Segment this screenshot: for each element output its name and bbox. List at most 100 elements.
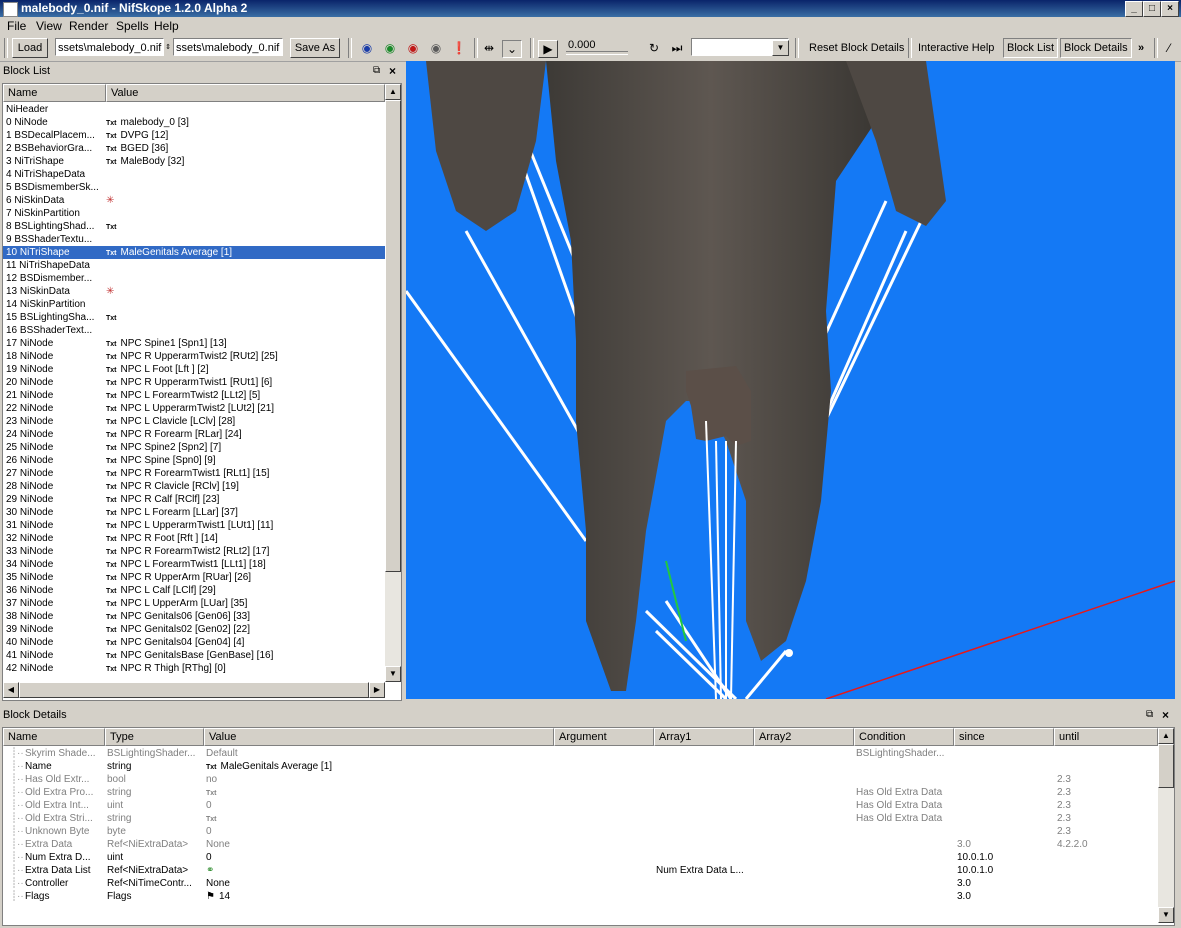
block-list-hscrollbar[interactable]: ◀ ▶ [3, 682, 385, 698]
column-header-type[interactable]: Type [105, 728, 204, 746]
block-list-row[interactable]: 33 NiNode Txt NPC R ForearmTwist2 [RLt2] [… [3, 545, 385, 558]
detail-row[interactable]: ┊·· Flags Flags ⚑ 14 3.0 [3, 890, 1158, 903]
scroll-thumb[interactable] [1158, 744, 1174, 788]
block-list-row[interactable]: 37 NiNode Txt NPC L UpperArm [LUar] [35] [3, 597, 385, 610]
block-list-row[interactable]: 8 BSLightingShad... Txt [3, 220, 385, 233]
close-panel-icon[interactable]: × [1162, 706, 1169, 724]
block-details-toggle[interactable]: Block Details [1060, 38, 1132, 58]
block-list-row[interactable]: 5 BSDismemberSk... [3, 181, 385, 194]
block-list-vscrollbar[interactable]: ▲ ▼ [385, 84, 401, 682]
eye-blue-icon[interactable]: ◉ [358, 40, 376, 56]
interactive-help-button[interactable]: Interactive Help [918, 42, 994, 54]
menu-view[interactable]: View [36, 19, 62, 33]
column-header-condition[interactable]: Condition [854, 728, 954, 746]
play-icon[interactable]: ▶ [538, 40, 558, 58]
column-header-until[interactable]: until [1054, 728, 1158, 746]
block-list-row[interactable]: 12 BSDismember... [3, 272, 385, 285]
block-list-row[interactable]: 9 BSShaderTextu... [3, 233, 385, 246]
hscroll-thumb[interactable] [19, 682, 369, 698]
block-list-row[interactable]: 31 NiNode Txt NPC L UpperarmTwist1 [LUt1] … [3, 519, 385, 532]
pen-icon[interactable]: ⁄ [1160, 40, 1178, 56]
detail-row[interactable]: ┊·· Skyrim Shade... BSLightingShader... Def… [3, 747, 1158, 760]
scroll-up-arrow[interactable]: ▲ [385, 84, 401, 100]
close-button[interactable]: × [1161, 1, 1179, 17]
block-list-row[interactable]: 11 NiTriShapeData [3, 259, 385, 272]
block-list-row[interactable]: 36 NiNode Txt NPC L Calf [LClf] [29] [3, 584, 385, 597]
load-button[interactable]: Load [12, 38, 48, 58]
block-list-row[interactable]: 28 NiNode Txt NPC R Clavicle [RClv] [19] [3, 480, 385, 493]
block-list-row[interactable]: 4 NiTriShapeData [3, 168, 385, 181]
block-list-row[interactable]: 22 NiNode Txt NPC L UpperarmTwist2 [LUt2] … [3, 402, 385, 415]
detail-row[interactable]: ┊·· Extra Data List Ref<NiExtraData> ⚭ Num E… [3, 864, 1158, 877]
block-list-row[interactable]: 27 NiNode Txt NPC R ForearmTwist1 [RLt1] [… [3, 467, 385, 480]
block-list-row[interactable]: 2 BSBehaviorGra... Txt BGED [36] [3, 142, 385, 155]
column-header-since[interactable]: since [954, 728, 1054, 746]
block-list-row[interactable]: 39 NiNode Txt NPC Genitals02 [Gen02] [22] [3, 623, 385, 636]
block-list-row[interactable]: 30 NiNode Txt NPC L Forearm [LLar] [37] [3, 506, 385, 519]
menu-help[interactable]: Help [154, 19, 179, 33]
block-list-row[interactable]: 42 NiNode Txt NPC R Thigh [RThg] [0] [3, 662, 385, 675]
loop-icon[interactable]: ↻ [645, 40, 663, 56]
block-list-row[interactable]: 25 NiNode Txt NPC Spine2 [Spn2] [7] [3, 441, 385, 454]
block-list-row[interactable]: 40 NiNode Txt NPC Genitals04 [Gen04] [4] [3, 636, 385, 649]
block-list-row[interactable]: 41 NiNode Txt NPC GenitalsBase [GenBase] [… [3, 649, 385, 662]
block-list-row[interactable]: 16 BSShaderText... [3, 324, 385, 337]
animation-select-arrow[interactable]: ▼ [772, 40, 789, 56]
swap-arrows-icon[interactable]: ⇕ [164, 40, 172, 56]
detail-row[interactable]: ┊·· Old Extra Pro... string Txt Has Old Extr… [3, 786, 1158, 799]
block-details-vscrollbar[interactable]: ▲ ▼ [1158, 728, 1174, 923]
menu-render[interactable]: Render [69, 19, 108, 33]
column-header-array1[interactable]: Array1 [654, 728, 754, 746]
block-list-row[interactable]: 29 NiNode Txt NPC R Calf [RClf] [23] [3, 493, 385, 506]
block-list-row[interactable]: 21 NiNode Txt NPC L ForearmTwist2 [LLt2] [… [3, 389, 385, 402]
block-list-row[interactable]: 15 BSLightingSha... Txt [3, 311, 385, 324]
block-list-row[interactable]: 38 NiNode Txt NPC Genitals06 [Gen06] [33] [3, 610, 385, 623]
render-viewport[interactable] [406, 61, 1175, 699]
column-header-name[interactable]: Name [3, 84, 106, 102]
detail-row[interactable]: ┊·· Extra Data Ref<NiExtraData> None 3.0 4.2.… [3, 838, 1158, 851]
block-list-row[interactable]: 17 NiNode Txt NPC Spine1 [Spn1] [13] [3, 337, 385, 350]
maximize-button[interactable]: □ [1143, 1, 1161, 17]
block-list-row[interactable]: 35 NiNode Txt NPC R UpperArm [RUar] [26] [3, 571, 385, 584]
detail-row[interactable]: ┊·· Old Extra Stri... string Txt Has Old Ext… [3, 812, 1158, 825]
column-header-argument[interactable]: Argument [554, 728, 654, 746]
float-icon[interactable]: ⧉ [1146, 706, 1153, 724]
block-list-row[interactable]: 24 NiNode Txt NPC R Forearm [RLar] [24] [3, 428, 385, 441]
column-header-value[interactable]: Value [106, 84, 385, 102]
detail-row[interactable]: ┊·· Controller Ref<NiTimeContr... None 3.0 [3, 877, 1158, 890]
block-list-row[interactable]: 26 NiNode Txt NPC Spine [Spn0] [9] [3, 454, 385, 467]
detail-row[interactable]: ┊·· Has Old Extr... bool no 2.3 [3, 773, 1158, 786]
column-header-name[interactable]: Name [3, 728, 105, 746]
eye-green-icon[interactable]: ◉ [381, 40, 399, 56]
block-list-row[interactable]: 3 NiTriShape Txt MaleBody [32] [3, 155, 385, 168]
block-list-row[interactable]: 18 NiNode Txt NPC R UpperarmTwist2 [RUt2] … [3, 350, 385, 363]
scroll-right-arrow[interactable]: ▶ [369, 682, 385, 698]
time-slider-track[interactable] [566, 51, 628, 55]
detail-row[interactable]: ┊·· Unknown Byte byte 0 2.3 [3, 825, 1158, 838]
reset-block-details-button[interactable]: Reset Block Details [809, 42, 904, 54]
load-path-field[interactable]: ssets\malebody_0.nif [55, 38, 164, 56]
block-list-row[interactable]: 20 NiNode Txt NPC R UpperarmTwist1 [RUt1] … [3, 376, 385, 389]
save-path-field[interactable]: ssets\malebody_0.nif [173, 38, 283, 56]
block-list-toggle[interactable]: Block List [1003, 38, 1059, 58]
footprints-icon[interactable]: ❗ [450, 40, 468, 56]
scroll-left-arrow[interactable]: ◀ [3, 682, 19, 698]
block-list-row[interactable]: 34 NiNode Txt NPC L ForearmTwist1 [LLt1] [… [3, 558, 385, 571]
block-list-row[interactable]: 1 BSDecalPlacem... Txt DVPG [12] [3, 129, 385, 142]
float-icon[interactable]: ⧉ [373, 62, 380, 80]
toolbar-overflow[interactable]: » [1138, 42, 1144, 54]
scroll-thumb[interactable] [385, 100, 401, 572]
block-list-row[interactable]: 14 NiSkinPartition [3, 298, 385, 311]
detail-row[interactable]: ┊·· Old Extra Int... uint 0 Has Old Extra Da… [3, 799, 1158, 812]
detail-row[interactable]: ┊·· Name string Txt MaleGenitals Average [1] [3, 760, 1158, 773]
block-list-row[interactable]: 7 NiSkinPartition [3, 207, 385, 220]
menu-file[interactable]: File [7, 19, 26, 33]
eye-red-icon[interactable]: ◉ [404, 40, 422, 56]
block-list-row[interactable]: 19 NiNode Txt NPC L Foot [Lft ] [2] [3, 363, 385, 376]
scroll-down-arrow[interactable]: ▼ [385, 666, 401, 682]
eye-grey-icon[interactable]: ◉ [427, 40, 445, 56]
dropdown-arrow-icon[interactable]: ⌄ [502, 40, 522, 58]
move-axes-icon[interactable]: ⇹ [480, 40, 498, 56]
scroll-up-arrow[interactable]: ▲ [1158, 728, 1174, 744]
save-as-button[interactable]: Save As [290, 38, 340, 58]
